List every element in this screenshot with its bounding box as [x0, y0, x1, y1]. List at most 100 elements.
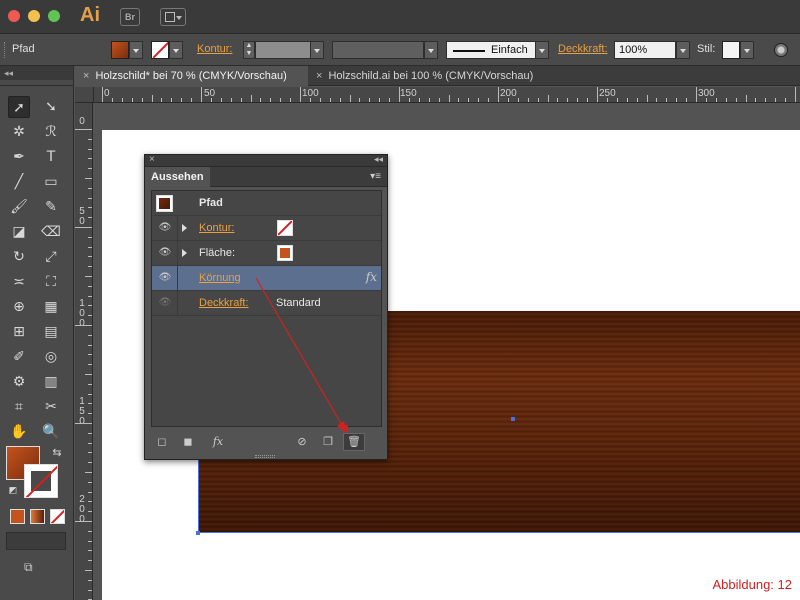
- stroke-weight-stepper[interactable]: ▲ ▼: [243, 41, 255, 59]
- add-effect-icon[interactable]: fx: [207, 435, 229, 449]
- fill-swatch[interactable]: [277, 245, 293, 261]
- panel-menu-icon[interactable]: ▾≡: [370, 171, 381, 182]
- color-mode-button[interactable]: [10, 509, 25, 524]
- recolor-artwork-icon[interactable]: [774, 43, 788, 57]
- panel-resize-grip[interactable]: [255, 455, 275, 458]
- lasso-tool-icon[interactable]: ℛ: [40, 121, 62, 143]
- swap-fill-stroke-icon[interactable]: ⇆: [46, 442, 68, 464]
- pen-tool-icon[interactable]: ✒: [8, 146, 30, 168]
- variable-width-dropdown[interactable]: [424, 41, 438, 59]
- brush-dropdown[interactable]: [535, 41, 549, 59]
- appearance-object-row[interactable]: Pfad: [152, 191, 381, 216]
- visibility-eye-icon[interactable]: 👁: [158, 222, 172, 234]
- expand-triangle-icon[interactable]: [182, 224, 187, 232]
- close-tab-icon[interactable]: ×: [316, 70, 322, 82]
- magic-wand-tool-icon[interactable]: ✲: [8, 121, 30, 143]
- bridge-button[interactable]: Br: [120, 8, 140, 26]
- zoom-window-button[interactable]: [48, 10, 60, 22]
- eyedropper-tool-icon[interactable]: ✐: [8, 346, 30, 368]
- graphic-style-dropdown[interactable]: [740, 41, 754, 59]
- duplicate-item-icon[interactable]: ❐: [321, 435, 335, 449]
- horizontal-ruler[interactable]: 0 50 100 150 200 250 300: [94, 87, 800, 103]
- fx-icon[interactable]: fx: [366, 270, 377, 284]
- stroke-weight-field[interactable]: [255, 41, 311, 59]
- appearance-fill-row[interactable]: 👁 Fläche:: [152, 241, 381, 266]
- paintbrush-tool-icon[interactable]: 🖌: [8, 196, 30, 218]
- path-center-point[interactable]: [511, 417, 515, 421]
- graphic-style-swatch[interactable]: [722, 41, 740, 59]
- close-tab-icon[interactable]: ×: [83, 70, 89, 82]
- appearance-opacity-row[interactable]: 👁 Deckkraft: Standard: [152, 291, 381, 316]
- default-fill-stroke-icon[interactable]: ◩: [2, 480, 24, 502]
- drawing-modes[interactable]: [6, 532, 66, 550]
- clear-appearance-icon[interactable]: ⊘: [295, 435, 309, 449]
- expand-triangle-icon[interactable]: [182, 249, 187, 257]
- appearance-effect-row[interactable]: 👁 Körnung fx: [152, 266, 381, 291]
- tab-appearance[interactable]: Aussehen: [145, 167, 210, 187]
- perspective-grid-tool-icon[interactable]: ▦: [40, 296, 62, 318]
- stroke-weight-dropdown[interactable]: [310, 41, 324, 59]
- collapse-panel-icon[interactable]: ◂◂: [374, 154, 383, 165]
- arrange-documents-button[interactable]: [160, 8, 186, 26]
- fill-color-swatch[interactable]: [111, 41, 129, 59]
- add-fill-icon[interactable]: ◼: [181, 435, 195, 449]
- fill-dropdown[interactable]: [129, 41, 143, 59]
- add-stroke-icon[interactable]: ◻: [155, 435, 169, 449]
- fill-attribute-label[interactable]: Fläche:: [199, 247, 235, 259]
- column-graph-tool-icon[interactable]: ▥: [40, 371, 62, 393]
- panel-title-bar[interactable]: × ◂◂: [145, 154, 387, 167]
- stroke-dropdown[interactable]: [169, 41, 183, 59]
- vertical-ruler[interactable]: 0 50 100 150 200: [75, 103, 93, 600]
- scale-tool-icon[interactable]: ⤢: [40, 246, 62, 268]
- brush-definition-field[interactable]: Einfach: [446, 41, 536, 59]
- delete-item-button[interactable]: 🗑: [343, 433, 365, 451]
- pencil-tool-icon[interactable]: ✎: [40, 196, 62, 218]
- visibility-eye-icon[interactable]: 👁: [158, 297, 172, 309]
- rotate-tool-icon[interactable]: ↻: [8, 246, 30, 268]
- gradient-tool-icon[interactable]: ▤: [40, 321, 62, 343]
- artboard-tool-icon[interactable]: ⌗: [8, 396, 30, 418]
- none-mode-button[interactable]: [50, 509, 65, 524]
- free-transform-tool-icon[interactable]: ⛶: [40, 271, 62, 293]
- line-tool-icon[interactable]: ╱: [8, 171, 30, 193]
- symbol-sprayer-tool-icon[interactable]: ⚙: [8, 371, 30, 393]
- stroke-swatch-large[interactable]: [24, 464, 58, 498]
- tools-grip[interactable]: [0, 80, 73, 86]
- type-tool-icon[interactable]: T: [40, 146, 62, 168]
- variable-width-field[interactable]: [332, 41, 424, 59]
- slice-tool-icon[interactable]: ✂: [40, 396, 62, 418]
- control-bar-grip[interactable]: [4, 42, 7, 58]
- direct-selection-tool-icon[interactable]: ➘: [40, 96, 62, 118]
- ruler-origin[interactable]: [75, 87, 94, 103]
- close-window-button[interactable]: [8, 10, 20, 22]
- stroke-weight-label[interactable]: Kontur:: [197, 43, 232, 55]
- tools-collapse-button[interactable]: ◂◂: [0, 66, 73, 80]
- minimize-window-button[interactable]: [28, 10, 40, 22]
- blend-tool-icon[interactable]: ◎: [40, 346, 62, 368]
- shape-builder-tool-icon[interactable]: ⊕: [8, 296, 30, 318]
- eraser-tool-icon[interactable]: ⌫: [40, 221, 62, 243]
- rectangle-tool-icon[interactable]: ▭: [40, 171, 62, 193]
- close-icon[interactable]: ×: [149, 154, 155, 165]
- opacity-dropdown[interactable]: [676, 41, 690, 59]
- hand-tool-icon[interactable]: ✋: [8, 421, 30, 443]
- visibility-eye-icon[interactable]: 👁: [158, 247, 172, 259]
- tab-holzschild-70[interactable]: × Holzschild* bei 70 % (CMYK/Vorschau): [75, 66, 308, 86]
- appearance-stroke-row[interactable]: 👁 Kontur:: [152, 216, 381, 241]
- blob-brush-tool-icon[interactable]: ◪: [8, 221, 30, 243]
- effect-grain-label[interactable]: Körnung: [199, 272, 241, 284]
- path-anchor-point[interactable]: [196, 531, 200, 535]
- visibility-eye-icon[interactable]: 👁: [158, 272, 172, 284]
- opacity-field[interactable]: 100%: [614, 41, 676, 59]
- stroke-color-swatch[interactable]: [151, 41, 169, 59]
- stroke-swatch[interactable]: [277, 220, 293, 236]
- width-tool-icon[interactable]: ≍: [8, 271, 30, 293]
- mesh-tool-icon[interactable]: ⊞: [8, 321, 30, 343]
- gradient-mode-button[interactable]: [30, 509, 45, 524]
- screen-mode-icon[interactable]: ⧉: [24, 560, 46, 576]
- stroke-attribute-label[interactable]: Kontur:: [199, 222, 234, 234]
- opacity-label[interactable]: Deckkraft:: [558, 43, 608, 55]
- tab-holzschild-100[interactable]: × Holzschild.ai bei 100 % (CMYK/Vorschau): [308, 66, 538, 86]
- opacity-attribute-label[interactable]: Deckkraft:: [199, 297, 249, 309]
- zoom-tool-icon[interactable]: 🔍: [40, 421, 62, 443]
